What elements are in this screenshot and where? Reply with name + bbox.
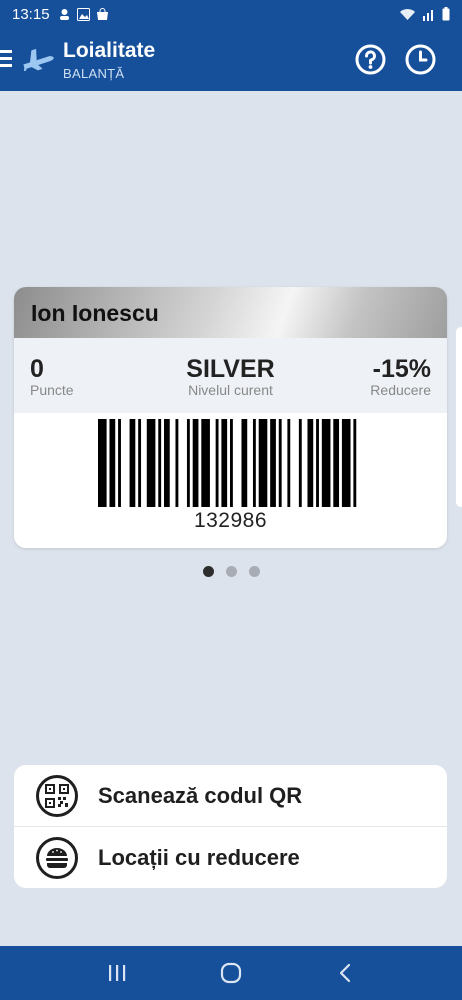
barcode-bar	[109, 419, 116, 507]
discount-stat: -15% Reducere	[370, 356, 431, 398]
barcode-bar	[230, 419, 233, 507]
barcode-bar	[333, 419, 340, 507]
barcode-bar	[221, 419, 228, 507]
barcode-bar	[241, 419, 248, 507]
discount-value: -15%	[372, 355, 431, 383]
barcode-bar	[316, 419, 319, 507]
status-system-icons	[399, 7, 450, 21]
barcode-bar	[321, 419, 331, 507]
app-bar: Loialitate BALANȚĂ	[0, 28, 462, 91]
barcode-bar	[287, 419, 291, 507]
notification-icon	[59, 8, 69, 20]
qr-code-icon	[36, 774, 78, 817]
barcode-bar	[192, 419, 199, 507]
recent-apps-button[interactable]	[102, 958, 132, 988]
barcode-bar	[258, 419, 268, 507]
barcode-bar	[252, 419, 256, 507]
help-icon[interactable]	[355, 44, 386, 75]
menu-icon[interactable]	[0, 47, 14, 69]
burger-icon	[36, 836, 78, 879]
shopping-bag-icon	[96, 7, 108, 20]
barcode-bar	[353, 419, 357, 507]
card-pager	[0, 566, 462, 577]
system-nav-bar	[0, 946, 462, 1000]
barcode-bar	[175, 419, 179, 507]
barcode-bar	[278, 419, 282, 507]
barcode-bar	[215, 419, 219, 507]
barcode-bar	[186, 419, 190, 507]
battery-icon	[442, 7, 450, 21]
signal-icon	[423, 9, 433, 21]
status-notification-icons	[58, 7, 109, 21]
home-button[interactable]	[216, 958, 246, 988]
discount-locations-label: Locații cu reducere	[98, 844, 300, 870]
barcode-bar	[307, 419, 314, 507]
scan-qr-action[interactable]: Scanează codul QR	[14, 765, 447, 826]
pager-dot[interactable]	[225, 566, 237, 577]
barcode-bar	[201, 419, 210, 507]
barcode-bar	[98, 419, 107, 507]
barcode-bar	[341, 419, 351, 507]
card-stats: 0 Puncte SILVER Nivelul curent -15% Redu…	[14, 338, 447, 413]
next-card-peek[interactable]	[456, 327, 462, 507]
barcode-bar	[298, 419, 302, 507]
recent-apps-icon	[109, 965, 126, 981]
back-button[interactable]	[330, 958, 360, 988]
actions-list: Scanează codul QR Locații cu reducere	[14, 765, 447, 888]
pager-dot[interactable]	[248, 566, 260, 577]
barcode	[98, 419, 357, 507]
scan-qr-label: Scanează codul QR	[98, 782, 303, 808]
gallery-icon	[76, 7, 90, 21]
status-bar: 13:15	[0, 0, 462, 28]
card-holder-name: Ion Ionescu	[31, 300, 159, 326]
barcode-bar	[129, 419, 136, 507]
app-title: Loialitate	[63, 39, 156, 62]
history-icon[interactable]	[405, 44, 436, 75]
plane-icon	[23, 48, 54, 71]
back-icon	[339, 963, 351, 983]
status-time: 13:15	[12, 5, 50, 23]
home-icon	[220, 962, 242, 984]
discount-label: Reducere	[370, 382, 431, 398]
barcode-area: 132986	[14, 413, 447, 548]
app-subtitle: BALANȚĂ	[63, 66, 125, 81]
barcode-bar	[146, 419, 156, 507]
barcode-bar	[118, 419, 121, 507]
card-header: Ion Ionescu	[14, 287, 447, 338]
barcode-number: 132986	[193, 509, 268, 532]
barcode-bar	[158, 419, 162, 507]
discount-locations-action[interactable]: Locații cu reducere	[14, 826, 447, 888]
barcode-bar	[270, 419, 276, 507]
loyalty-card[interactable]: Ion Ionescu 0 Puncte SILVER Nivelul cure…	[14, 287, 447, 548]
barcode-bar	[164, 419, 170, 507]
barcode-bar	[138, 419, 142, 507]
wifi-icon	[400, 8, 415, 20]
pager-dot[interactable]	[202, 566, 214, 577]
